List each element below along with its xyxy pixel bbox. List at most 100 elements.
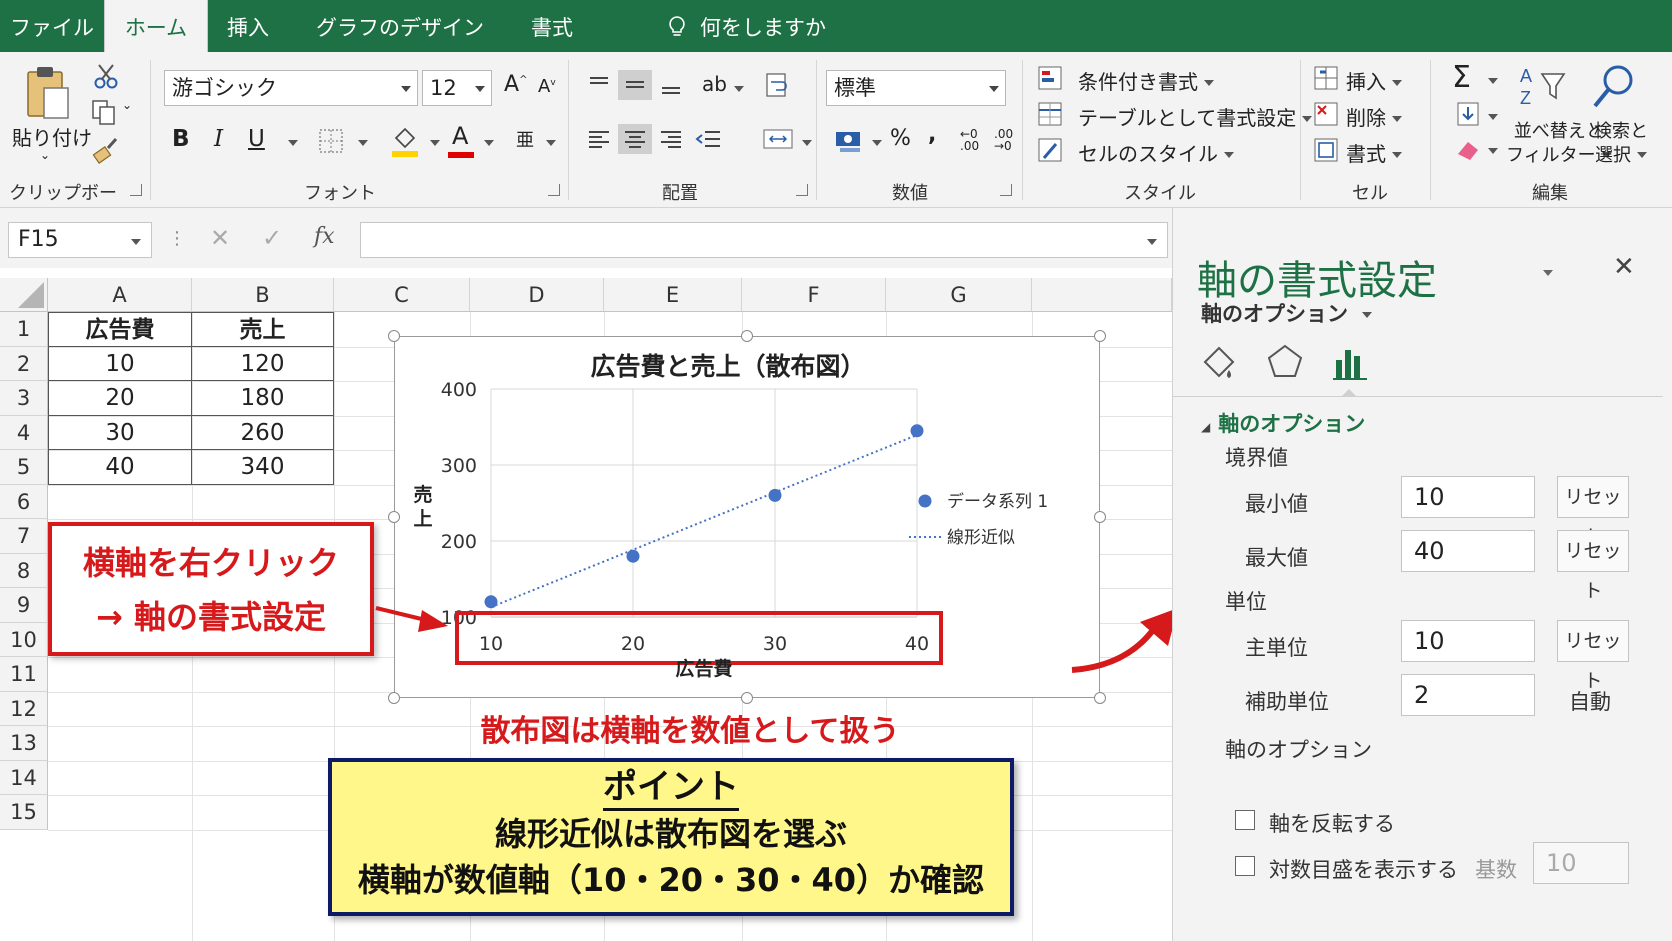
row-header-13[interactable]: 13 (0, 726, 48, 761)
align-bottom-icon[interactable] (654, 70, 688, 100)
resize-handle[interactable] (1094, 330, 1106, 342)
min-input[interactable]: 10 (1401, 476, 1535, 518)
paste-dropdown[interactable]: ⌄ (40, 148, 50, 162)
sort-filter-icon[interactable]: AZ (1518, 62, 1568, 110)
fill-color-icon[interactable] (390, 124, 420, 158)
row-header-1[interactable]: 1 (0, 312, 48, 347)
expand-formula-icon[interactable] (1147, 239, 1157, 245)
copy-icon[interactable] (90, 98, 118, 126)
cell-styles-icon[interactable] (1036, 136, 1066, 166)
pane-options-dropdown-icon[interactable] (1543, 270, 1553, 276)
tab-chart-design[interactable]: グラフのデザイン (300, 0, 500, 52)
row-header-8[interactable]: 8 (0, 553, 48, 588)
currency-dropdown-icon[interactable] (872, 140, 882, 146)
increase-decimal-icon[interactable]: ←0.00 (960, 128, 979, 152)
row-header-5[interactable]: 5 (0, 450, 48, 485)
fill-color-dropdown-icon[interactable] (430, 140, 440, 146)
currency-icon[interactable] (834, 128, 864, 154)
conditional-formatting-button[interactable]: 条件付き書式 (1078, 66, 1214, 95)
decrease-decimal-icon[interactable]: .00 →0 (994, 128, 1013, 152)
paste-icon[interactable] (24, 62, 74, 122)
format-cells-icon[interactable] (1312, 136, 1340, 164)
align-top-icon[interactable] (582, 70, 616, 100)
row-header-14[interactable]: 14 (0, 760, 48, 795)
table-cell[interactable]: 20 (48, 381, 192, 416)
orientation-icon[interactable]: ab (702, 72, 727, 96)
column-header-d[interactable]: D (470, 278, 604, 312)
tell-me-search[interactable]: 何をしますか (668, 0, 826, 52)
delete-cells-icon[interactable] (1312, 100, 1340, 128)
table-cell[interactable]: 10 (48, 346, 192, 381)
align-left-icon[interactable] (582, 124, 616, 154)
section-axis-options[interactable]: ◢ 軸のオプション (1201, 408, 1365, 438)
table-cell[interactable]: 120 (192, 346, 334, 381)
name-box[interactable]: F15 (8, 222, 152, 258)
axis-options-dropdown[interactable]: 軸のオプション (1201, 298, 1372, 328)
column-header-g[interactable]: G (886, 278, 1032, 312)
phonetic-icon[interactable]: 亜 (516, 126, 534, 152)
merge-dropdown-icon[interactable] (802, 140, 812, 146)
decrease-indent-icon[interactable] (692, 124, 726, 154)
row-header-12[interactable]: 12 (0, 691, 48, 726)
fill-line-icon[interactable] (1199, 342, 1239, 382)
paste-button[interactable]: 貼り付け (12, 122, 92, 151)
column-header-c[interactable]: C (334, 278, 470, 312)
resize-handle[interactable] (388, 330, 400, 342)
cancel-icon[interactable]: ✕ (210, 224, 230, 252)
underline-icon[interactable]: U (248, 126, 265, 152)
borders-icon[interactable] (318, 128, 344, 154)
table-cell[interactable]: 260 (192, 415, 334, 450)
reverse-axis-checkbox[interactable] (1235, 810, 1255, 830)
conditional-formatting-icon[interactable] (1036, 64, 1066, 94)
more-icon[interactable]: ⋮ (168, 228, 186, 249)
resize-handle[interactable] (1094, 511, 1106, 523)
major-unit-input[interactable]: 10 (1401, 620, 1535, 662)
tab-insert[interactable]: 挿入 (208, 0, 288, 52)
clear-dropdown-icon[interactable] (1488, 148, 1498, 154)
tab-file[interactable]: ファイル (0, 0, 104, 52)
insert-cells-button[interactable]: 挿入 (1346, 66, 1402, 95)
tab-home[interactable]: ホーム (104, 0, 208, 54)
number-format-dropdown[interactable]: 標準 (826, 70, 1006, 106)
comma-style-button[interactable]: , (928, 122, 936, 147)
column-header-f[interactable]: F (742, 278, 886, 312)
format-as-table-icon[interactable] (1036, 100, 1066, 130)
format-painter-icon[interactable] (92, 136, 120, 164)
select-all-button[interactable] (0, 278, 48, 312)
row-header-15[interactable]: 15 (0, 795, 48, 830)
log-scale-checkbox[interactable] (1235, 856, 1255, 876)
find-select-button[interactable]: 検索と 選択 (1594, 120, 1648, 168)
format-cells-button[interactable]: 書式 (1346, 138, 1402, 167)
decrease-font-icon[interactable]: Av (538, 76, 556, 97)
font-size-dropdown[interactable]: 12 (422, 70, 492, 106)
column-header-a[interactable]: A (48, 278, 192, 312)
enter-icon[interactable]: ✓ (262, 224, 282, 252)
formula-input[interactable] (360, 222, 1168, 258)
align-middle-icon[interactable] (618, 70, 652, 100)
column-header-b[interactable]: B (192, 278, 334, 312)
table-cell[interactable]: 340 (192, 450, 334, 485)
tab-format[interactable]: 書式 (510, 0, 594, 52)
table-header-cell[interactable]: 広告費 (48, 312, 192, 347)
alignment-launcher-icon[interactable] (796, 184, 808, 196)
find-select-icon[interactable] (1590, 62, 1638, 112)
table-header-cell[interactable]: 売上 (192, 312, 334, 347)
effects-icon[interactable] (1265, 342, 1305, 382)
font-launcher-icon[interactable] (548, 184, 560, 196)
log-base-input[interactable]: 10 (1533, 842, 1629, 884)
resize-handle[interactable] (741, 692, 753, 704)
column-header-e[interactable]: E (604, 278, 742, 312)
axis-options-icon[interactable] (1331, 342, 1371, 382)
cut-icon[interactable] (92, 62, 120, 90)
cell-styles-button[interactable]: セルのスタイル (1078, 138, 1234, 167)
resize-handle[interactable] (1094, 692, 1106, 704)
autosum-dropdown-icon[interactable] (1488, 78, 1498, 84)
orientation-dropdown-icon[interactable] (734, 86, 744, 92)
table-cell[interactable]: 40 (48, 450, 192, 485)
table-cell[interactable]: 180 (192, 381, 334, 416)
minor-unit-input[interactable]: 2 (1401, 674, 1535, 716)
close-pane-icon[interactable]: ✕ (1613, 252, 1635, 282)
font-name-dropdown[interactable]: 游ゴシック (164, 70, 418, 106)
clipboard-launcher-icon[interactable] (130, 184, 142, 196)
max-reset-button[interactable]: リセット (1557, 530, 1629, 602)
